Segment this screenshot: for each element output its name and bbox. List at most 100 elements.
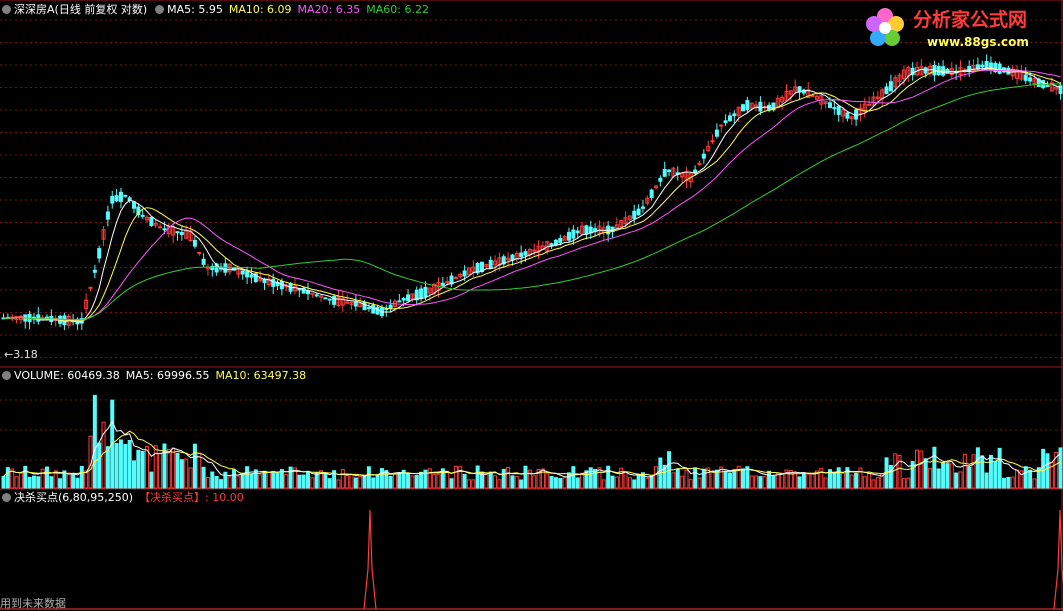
volume-bar xyxy=(810,472,815,489)
volume-bar xyxy=(849,474,854,489)
candle-body xyxy=(401,297,406,301)
volume-bar xyxy=(205,477,210,489)
volume-bar xyxy=(366,466,371,489)
volume-bar xyxy=(284,474,289,489)
volume-bar xyxy=(5,467,10,489)
volume-bar xyxy=(475,465,480,489)
candle-body xyxy=(741,104,745,112)
candle-body xyxy=(854,109,859,120)
volume-bar xyxy=(545,473,550,489)
volume-bar xyxy=(175,452,180,489)
volume-bar xyxy=(510,475,515,489)
candle-body xyxy=(584,225,589,235)
circle-toggle-icon[interactable] xyxy=(2,5,11,14)
ma10-label: MA10: 6.09 xyxy=(228,3,292,16)
volume-bar xyxy=(754,475,759,489)
volume-bar xyxy=(201,466,206,489)
volume-bar xyxy=(862,476,867,489)
candle-body xyxy=(658,177,663,182)
volume-bar xyxy=(601,479,606,489)
circle-toggle-icon[interactable] xyxy=(2,493,11,502)
logo-url: www.88gs.com xyxy=(927,35,1029,49)
volume-bar xyxy=(127,439,132,489)
volume-bar xyxy=(493,475,498,489)
volume-bar xyxy=(906,477,911,489)
volume-bar xyxy=(327,478,332,489)
volume-bar xyxy=(297,474,302,489)
volume-bar xyxy=(775,472,780,489)
volume-bar xyxy=(40,468,45,489)
volume-bar xyxy=(23,465,28,489)
volume-bar xyxy=(1028,469,1033,489)
volume-bar xyxy=(427,468,432,489)
candle-body xyxy=(140,214,145,217)
candle-body xyxy=(132,201,136,209)
candle-body xyxy=(732,113,737,117)
candle-body xyxy=(462,270,467,277)
candle-body xyxy=(192,239,197,247)
future-data-note: 用到未来数据 xyxy=(0,597,66,610)
volume-bar xyxy=(567,472,571,489)
volume-bar xyxy=(1,476,6,489)
volume-bar xyxy=(993,460,998,489)
candle-body xyxy=(440,282,445,286)
volume-bar xyxy=(397,472,402,489)
candle-body xyxy=(175,231,180,234)
volume-bar xyxy=(680,475,685,489)
candle-body xyxy=(1045,85,1050,88)
volume-bar xyxy=(336,479,341,489)
volume-bar xyxy=(936,468,941,489)
logo-name: 分析家公式网 xyxy=(913,8,1027,31)
volume-bar xyxy=(97,442,102,489)
volume-bar xyxy=(323,472,328,489)
volume-bar xyxy=(762,476,767,489)
stock-chart[interactable] xyxy=(0,0,1063,611)
volume-bar xyxy=(806,473,811,489)
volume-bar xyxy=(384,470,389,489)
volume-bar xyxy=(949,463,954,489)
volume-bar xyxy=(449,478,454,489)
volume-bar xyxy=(210,471,215,489)
candle-body xyxy=(558,237,563,244)
volume-bar xyxy=(379,468,384,489)
candle-body xyxy=(723,120,728,124)
candle-body xyxy=(519,252,524,258)
volume-bar xyxy=(971,454,976,489)
ma10-line xyxy=(3,68,1061,322)
candle-body xyxy=(888,81,893,92)
volume-bar xyxy=(749,475,754,489)
indicator-title: 决杀买点(6,80,95,250) xyxy=(14,491,134,504)
volume-bar xyxy=(836,467,841,489)
volume-bar xyxy=(31,475,36,489)
volume-bar xyxy=(445,470,450,489)
candle-body xyxy=(92,269,97,273)
volume-bar xyxy=(627,477,632,489)
volume-bar xyxy=(197,452,202,489)
candle-body xyxy=(310,292,315,295)
circle-toggle-icon[interactable] xyxy=(2,371,11,380)
volume-bar xyxy=(758,476,763,489)
volume-bar xyxy=(462,473,467,489)
candle-body xyxy=(97,248,102,259)
volume-bar xyxy=(36,476,41,489)
candle-body xyxy=(640,206,645,209)
candle-body xyxy=(245,271,250,278)
volume-bar xyxy=(145,446,150,489)
volume-bar xyxy=(288,466,293,489)
volume-bar xyxy=(1023,466,1028,489)
volume-bar xyxy=(688,479,693,489)
signal-spike xyxy=(363,509,377,610)
volume-bar xyxy=(610,475,615,489)
candle-body xyxy=(649,189,654,198)
volume-bar xyxy=(1002,477,1006,489)
volume-bar xyxy=(353,477,358,489)
ma20-label: MA20: 6.35 xyxy=(297,3,361,16)
volume-bar xyxy=(919,450,924,489)
volume-bar xyxy=(414,475,419,489)
candle-body xyxy=(984,61,989,70)
circle-toggle-icon[interactable] xyxy=(155,5,165,14)
indicator-panel-header: 决杀买点(6,80,95,250) 【决杀买点】: 10.00 xyxy=(0,490,250,505)
volume-bar xyxy=(501,468,506,489)
candle-body xyxy=(758,101,763,112)
volume-bar xyxy=(75,477,80,489)
